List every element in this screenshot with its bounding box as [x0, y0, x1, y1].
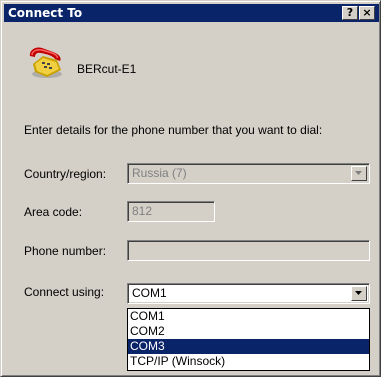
help-icon: ? — [346, 6, 354, 19]
country-dropdown-button[interactable] — [351, 166, 367, 181]
chevron-down-icon — [355, 171, 362, 175]
close-icon: × — [362, 6, 372, 19]
help-button[interactable]: ? — [342, 6, 358, 20]
instructions-text: Enter details for the phone number that … — [24, 123, 323, 137]
option-com1[interactable]: COM1 — [128, 309, 369, 324]
window-title: Connect To — [8, 6, 83, 20]
connect-to-dialog: Connect To ? × BERcut-E1 Enter details f… — [0, 0, 381, 377]
connect-using-options-list: COM1 COM2 COM3 TCP/IP (Winsock) — [127, 308, 370, 371]
country-label: Country/region: — [24, 167, 107, 181]
option-tcpip-winsock[interactable]: TCP/IP (Winsock) — [128, 354, 369, 369]
phone-input[interactable] — [127, 240, 370, 261]
connect-using-label: Connect using: — [24, 285, 105, 299]
chevron-down-icon — [355, 291, 362, 295]
close-button[interactable]: × — [359, 6, 375, 20]
phone-icon — [29, 47, 62, 78]
connection-name: BERcut-E1 — [77, 62, 137, 76]
option-com2[interactable]: COM2 — [128, 324, 369, 339]
area-code-input[interactable]: 812 — [127, 201, 215, 222]
phone-label: Phone number: — [24, 244, 107, 258]
country-value: Russia (7) — [132, 166, 187, 180]
connect-using-select[interactable]: COM1 — [127, 283, 370, 304]
country-select[interactable]: Russia (7) — [127, 163, 370, 184]
area-code-label: Area code: — [24, 205, 83, 219]
area-code-value: 812 — [132, 204, 153, 218]
option-com3[interactable]: COM3 — [128, 339, 369, 354]
title-bar[interactable]: Connect To ? × — [4, 4, 379, 22]
connect-using-value: COM1 — [132, 286, 167, 300]
connect-using-dropdown-button[interactable] — [351, 286, 367, 301]
